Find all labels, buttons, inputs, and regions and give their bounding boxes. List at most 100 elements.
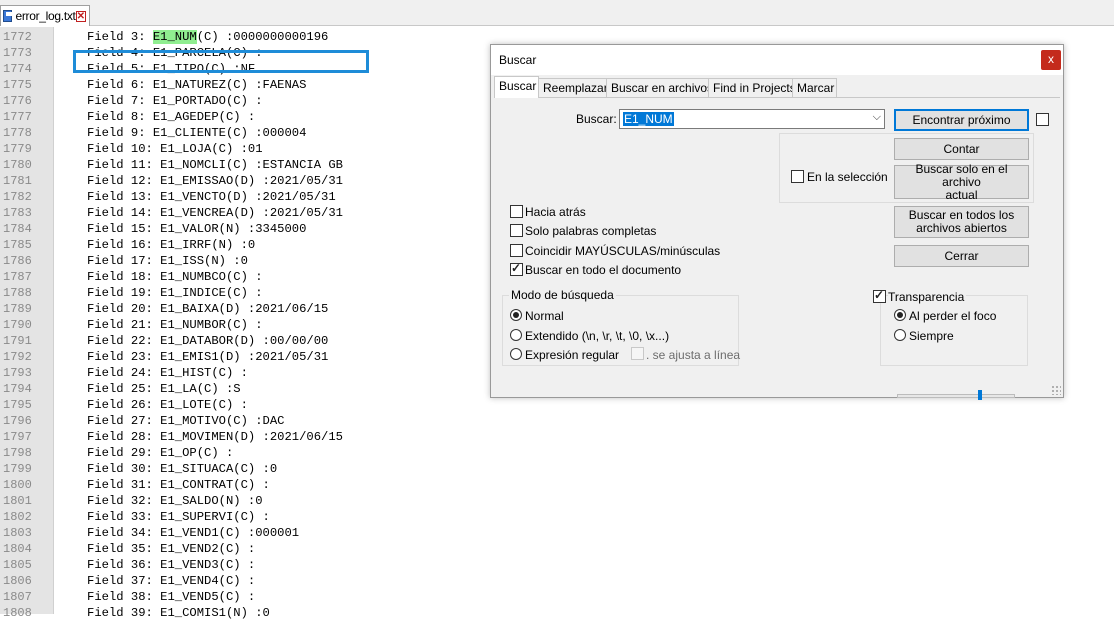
tab-find-in-projects[interactable]: Find in Projects — [708, 78, 796, 97]
line-number: 1778 — [3, 126, 32, 140]
close-tab-icon[interactable]: ✕ — [75, 10, 86, 22]
dialog-tabs: Buscar Reemplazar Buscar en archivos Fin… — [494, 76, 1060, 98]
dialog-close-button[interactable]: x — [1041, 50, 1061, 70]
transparency-slider-track[interactable] — [897, 394, 1015, 398]
on-lose-focus-label: Al perder el foco — [909, 309, 997, 323]
line-number: 1800 — [3, 478, 32, 492]
line-number: 1806 — [3, 574, 32, 588]
find-in-all-open-files-button[interactable]: Buscar en todos los archivos abiertos — [894, 206, 1029, 238]
editor-line[interactable]: Field 19: E1_INDICE(C) : — [87, 285, 263, 301]
editor-line[interactable]: Field 11: E1_NOMCLI(C) :ESTANCIA GB — [87, 157, 343, 173]
editor-line[interactable]: Field 38: E1_VEND5(C) : — [87, 589, 255, 605]
editor-line[interactable]: Field 20: E1_BAIXA(D) :2021/06/15 — [87, 301, 328, 317]
editor-line[interactable]: Field 13: E1_VENCTO(D) :2021/05/31 — [87, 189, 336, 205]
chevron-down-icon[interactable]: ⌵ — [873, 111, 881, 124]
find-dialog: Buscar x Buscar Reemplazar Buscar en arc… — [490, 44, 1064, 400]
find-next-option-checkbox[interactable] — [1036, 113, 1049, 126]
line-number: 1779 — [3, 142, 32, 156]
search-input[interactable]: E1_NUM ⌵ — [619, 109, 885, 129]
dialog-title-bar[interactable]: Buscar x — [491, 45, 1063, 75]
line-number: 1788 — [3, 286, 32, 300]
line-number: 1775 — [3, 78, 32, 92]
editor-line[interactable]: Field 16: E1_IRRF(N) :0 — [87, 237, 255, 253]
editor-line[interactable]: Field 29: E1_OP(C) : — [87, 445, 233, 461]
wrap-around-checkbox[interactable] — [510, 261, 523, 276]
editor-line[interactable]: Field 9: E1_CLIENTE(C) :000004 — [87, 125, 306, 141]
line-text-suffix: (C) :0000000000196 — [196, 30, 329, 44]
resize-grip-icon[interactable] — [1051, 385, 1061, 395]
editor-line[interactable]: Field 8: E1_AGEDEP(C) : — [87, 109, 255, 125]
editor-line[interactable]: Field 39: E1_COMIS1(N) :0 — [87, 605, 270, 621]
line-number: 1804 — [3, 542, 32, 556]
editor-line[interactable]: Field 31: E1_CONTRAT(C) : — [87, 477, 270, 493]
mode-regex-radio[interactable] — [510, 348, 522, 360]
mode-normal-label: Normal — [525, 309, 564, 323]
editor-line[interactable]: Field 26: E1_LOTE(C) : — [87, 397, 248, 413]
whole-word-checkbox[interactable] — [510, 224, 523, 237]
editor-line[interactable]: Field 17: E1_ISS(N) :0 — [87, 253, 248, 269]
find-next-button[interactable]: Encontrar próximo — [894, 109, 1029, 131]
line-number: 1774 — [3, 62, 32, 76]
line-number: 1776 — [3, 94, 32, 108]
line-number: 1777 — [3, 110, 32, 124]
editor-line[interactable]: Field 6: E1_NATUREZ(C) :FAENAS — [87, 77, 306, 93]
current-line-highlight-box — [73, 50, 369, 73]
line-number: 1773 — [3, 46, 32, 60]
tab-buscar[interactable]: Buscar — [494, 76, 539, 98]
transparency-checkbox[interactable] — [873, 288, 886, 303]
line-number: 1792 — [3, 350, 32, 364]
save-status-icon — [3, 10, 13, 22]
mode-extended-radio[interactable] — [510, 329, 522, 341]
wrap-around-label: Buscar en todo el documento — [525, 263, 682, 277]
tab-buscar-en-archivos[interactable]: Buscar en archivos — [606, 78, 713, 97]
transparency-label: Transparencia — [888, 290, 967, 304]
editor-line[interactable]: Field 27: E1_MOTIVO(C) :DAC — [87, 413, 284, 429]
dot-matches-newline-checkbox[interactable] — [631, 347, 644, 360]
backward-label: Hacia atrás — [525, 205, 586, 219]
editor-line[interactable]: Field 32: E1_SALDO(N) :0 — [87, 493, 263, 509]
editor-line[interactable]: Field 33: E1_SUPERVI(C) : — [87, 509, 270, 525]
editor-line[interactable]: Field 21: E1_NUMBOR(C) : — [87, 317, 263, 333]
line-number: 1797 — [3, 430, 32, 444]
find-in-current-file-button[interactable]: Buscar solo en el archivo actual — [894, 162, 1029, 201]
tab-reemplazar[interactable]: Reemplazar — [538, 78, 608, 97]
editor-line[interactable]: Field 30: E1_SITUACA(C) :0 — [87, 461, 277, 477]
file-tab[interactable]: error_log.txt ✕ — [0, 5, 90, 26]
editor-line[interactable]: Field 36: E1_VEND3(C) : — [87, 557, 255, 573]
dot-matches-newline-label: . se ajusta a línea — [646, 348, 741, 362]
line-number: 1793 — [3, 366, 32, 380]
file-tab-label: error_log.txt — [15, 9, 76, 23]
line-number: 1799 — [3, 462, 32, 476]
dialog-title: Buscar — [499, 53, 537, 67]
editor-line[interactable]: Field 15: E1_VALOR(N) :3345000 — [87, 221, 306, 237]
search-match-highlight: E1_NUM — [152, 30, 197, 44]
tab-marcar[interactable]: Marcar — [792, 78, 837, 97]
editor-line[interactable]: Field 37: E1_VEND4(C) : — [87, 573, 255, 589]
in-selection-checkbox[interactable] — [791, 170, 804, 183]
editor-line[interactable]: Field 3: E1_NUM(C) :0000000000196 — [87, 29, 328, 45]
close-button[interactable]: Cerrar — [894, 245, 1029, 267]
transparency-slider-thumb[interactable] — [978, 390, 982, 400]
editor-line[interactable]: Field 24: E1_HIST(C) : — [87, 365, 248, 381]
editor-line[interactable]: Field 28: E1_MOVIMEN(D) :2021/06/15 — [87, 429, 343, 445]
editor-line[interactable]: Field 10: E1_LOJA(C) :01 — [87, 141, 263, 157]
editor-line[interactable]: Field 25: E1_LA(C) :S — [87, 381, 241, 397]
line-number: 1787 — [3, 270, 32, 284]
backward-checkbox[interactable] — [510, 205, 523, 218]
always-radio[interactable] — [894, 329, 906, 341]
mode-normal-radio[interactable] — [510, 309, 522, 321]
match-case-checkbox[interactable] — [510, 244, 523, 257]
editor-line[interactable]: Field 14: E1_VENCREA(D) :2021/05/31 — [87, 205, 343, 221]
editor-line[interactable]: Field 23: E1_EMIS1(D) :2021/05/31 — [87, 349, 328, 365]
editor-line[interactable]: Field 22: E1_DATABOR(D) :00/00/00 — [87, 333, 328, 349]
editor-line[interactable]: Field 35: E1_VEND2(C) : — [87, 541, 255, 557]
editor-line[interactable]: Field 34: E1_VEND1(C) :000001 — [87, 525, 299, 541]
line-number: 1772 — [3, 30, 32, 44]
editor-line[interactable]: Field 12: E1_EMISSAO(D) :2021/05/31 — [87, 173, 343, 189]
editor-line[interactable]: Field 7: E1_PORTADO(C) : — [87, 93, 263, 109]
editor-line[interactable]: Field 18: E1_NUMBCO(C) : — [87, 269, 263, 285]
line-number: 1801 — [3, 494, 32, 508]
mode-extended-label: Extendido (\n, \r, \t, \0, \x...) — [525, 329, 670, 343]
count-button[interactable]: Contar — [894, 138, 1029, 160]
on-lose-focus-radio[interactable] — [894, 309, 906, 321]
